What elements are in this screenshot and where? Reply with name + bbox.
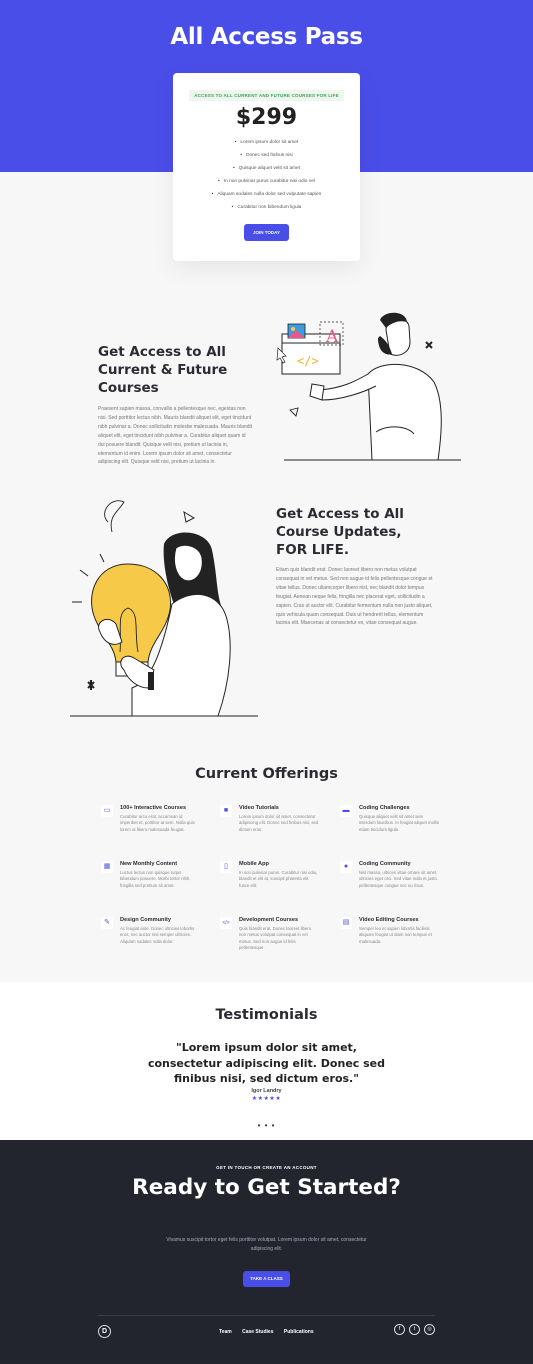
cta-eyebrow: GET IN TOUCH OR CREATE AN ACCOUNT (216, 1165, 317, 1170)
man-holding-code-illustration: A </> (276, 312, 461, 461)
community-icon: ● (340, 861, 352, 873)
section-body-current-future: Praesent sapien massa, convallis a pelle… (98, 406, 252, 466)
section-heading-current-future: Get Access to All Current & Future Cours… (98, 343, 268, 397)
feature-item: Aliquam sodales nulla dolor sed vulputat… (173, 188, 360, 201)
brush-icon: ✎ (101, 917, 113, 929)
offering-desc: Ac feugiat ante. Donec ultricies loborti… (120, 926, 195, 944)
feature-item: Donec sed finibus nisi (173, 149, 360, 162)
rating-stars-icon: ★★★★★ (251, 1096, 282, 1102)
offering-desc: Nisl massa, ultrices vitae ornare sit am… (359, 870, 438, 888)
cta-text: Vivamus suscipit tortor eget felis portt… (166, 1237, 367, 1252)
cta-section: GET IN TOUCH OR CREATE AN ACCOUNT Ready … (0, 1140, 533, 1364)
video-icon: ■ (220, 805, 232, 817)
offering-name: Design Community (120, 917, 171, 923)
offering-name: Coding Challenges (359, 805, 410, 811)
offering-name: Video Tutorials (239, 805, 279, 811)
offering-desc: In non pulvinar purus. Curabitur nisi od… (239, 870, 318, 888)
offering-name: 100+ Interactive Courses (120, 805, 187, 811)
offering-name: Development Courses (239, 917, 299, 923)
footer-link-case-studies[interactable]: Case Studies (242, 1329, 273, 1335)
testimonial-author: Igor Landry (251, 1088, 282, 1094)
instagram-icon[interactable]: ◎ (424, 1324, 435, 1335)
svg-text:</>: </> (297, 354, 319, 368)
footer-nav: Team Case Studies Publications (219, 1329, 323, 1335)
media-icon: ▤ (340, 917, 352, 929)
laptop-icon: ▬ (340, 805, 352, 817)
feature-item: Curabitur non bibendum ligula (173, 201, 360, 214)
pricing-tag: ACCESS TO ALL CURRENT AND FUTURE COURSES… (189, 90, 344, 101)
offering-desc: Quisque aliquet velit sit amet sem inter… (359, 814, 440, 832)
monitor-icon: ▭ (101, 805, 113, 817)
section-heading-updates-for-life: Get Access to All Course Updates, FOR LI… (276, 505, 446, 559)
offering-name: Video Editing Courses (359, 917, 419, 923)
slider-dots[interactable]: • • • (0, 1122, 533, 1130)
feature-item: In non pulvinar purus curabitur nisi odi… (173, 175, 360, 188)
calendar-icon: ▦ (101, 861, 113, 873)
offerings-title: Current Offerings (195, 766, 338, 782)
offering-name: New Monthly Content (120, 861, 178, 867)
offering-name: Mobile App (239, 861, 269, 867)
heading-line: Course Updates, (276, 524, 402, 540)
svg-text:A: A (325, 327, 339, 347)
code-icon: </> (220, 917, 232, 929)
woman-holding-lightbulb-illustration (70, 500, 258, 717)
heading-line: Get Access to All (276, 506, 404, 522)
testimonial-quote: "Lorem ipsum dolor sit amet, consectetur… (147, 1041, 386, 1085)
feature-list: Lorem ipsum dolor sit amet Donec sed fin… (173, 136, 360, 214)
offering-desc: Curabitur arcu erat, accumsan id imperdi… (120, 814, 195, 832)
cta-title: Ready to Get Started? (132, 1175, 401, 1200)
offering-name: Coding Community (359, 861, 411, 867)
logo[interactable]: D (98, 1325, 111, 1338)
heading-line: Current & Future (98, 362, 228, 378)
footer-divider (98, 1315, 435, 1316)
footer-link-team[interactable]: Team (219, 1329, 232, 1335)
offering-desc: Quis blandit erat. Donec laoreet libero … (239, 926, 312, 950)
testimonials-title: Testimonials (215, 1007, 318, 1023)
pricing-card: ACCESS TO ALL CURRENT AND FUTURE COURSES… (173, 73, 360, 261)
price: $299 (235, 105, 298, 130)
join-today-button[interactable]: JOIN TODAY (243, 224, 289, 241)
twitter-icon[interactable]: t (409, 1324, 420, 1335)
footer-link-publications[interactable]: Publications (284, 1329, 314, 1335)
offering-desc: Semper leo et sapien lobortis facilisis … (359, 926, 432, 944)
page-title: All Access Pass (170, 24, 363, 50)
section-body-updates-for-life: Etiam quis blandit erat. Donec laoreet l… (276, 567, 433, 627)
mobile-icon: ▯ (220, 861, 232, 873)
testimonials-section: Testimonials "Lorem ipsum dolor sit amet… (0, 982, 533, 1140)
feature-item: Lorem ipsum dolor sit amet (173, 136, 360, 149)
feature-item: Quisque aliquet velit sit amet (173, 162, 360, 175)
heading-line: Courses (98, 380, 159, 396)
offering-desc: Lorem ipsum dolor sit amet, consectetur … (239, 814, 319, 832)
heading-line: Get Access to All (98, 344, 226, 360)
facebook-icon[interactable]: f (394, 1324, 405, 1335)
heading-line: FOR LIFE. (276, 542, 349, 558)
offering-desc: Luctus lectus non quisque turpis bibendu… (120, 870, 191, 888)
take-a-class-button[interactable]: TAKE A CLASS (243, 1271, 290, 1287)
